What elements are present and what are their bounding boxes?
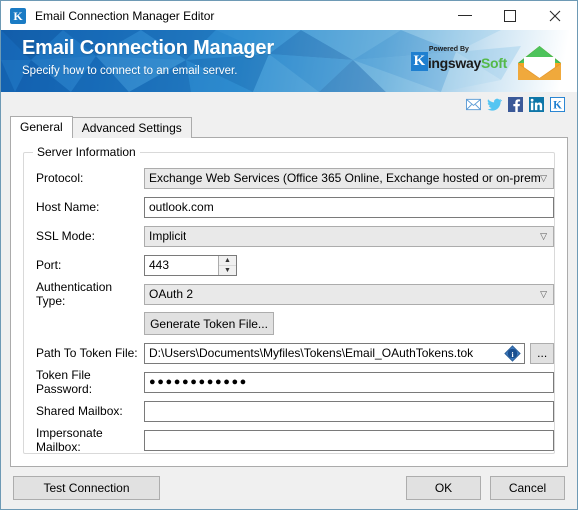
chevron-down-icon: ▽: [540, 230, 547, 241]
expression-icon[interactable]: i: [504, 344, 522, 362]
spin-down-icon[interactable]: ▼: [219, 266, 236, 275]
token-file-password-label: Token File Password:: [36, 368, 93, 396]
dialog-footer: Test Connection OK Cancel: [1, 467, 577, 509]
soft-text: Soft: [480, 55, 507, 71]
email-envelope-logo-icon: [518, 46, 561, 80]
kingswaysoft-k-icon: K: [10, 7, 26, 24]
generate-token-file-button[interactable]: Generate Token File...: [144, 312, 274, 335]
title-bar: K Email Connection Manager Editor: [1, 1, 577, 30]
ssl-mode-value: Implicit: [149, 229, 187, 243]
minimize-icon: [457, 15, 472, 16]
close-icon: [549, 10, 560, 21]
row-path-to-token-file: Path To Token File: D:\Users\Documents\M…: [24, 342, 554, 364]
window-controls: [442, 1, 577, 30]
dialog-window: K Email Connection Manager Editor Email …: [0, 0, 578, 510]
twitter-icon[interactable]: [487, 97, 502, 112]
authentication-type-label: Authentication Type:: [36, 280, 113, 308]
port-spin-buttons: ▲ ▼: [218, 255, 236, 275]
tab-strip: General Advanced Settings: [10, 116, 568, 138]
impersonate-mailbox-input[interactable]: [144, 429, 554, 451]
email-icon[interactable]: [466, 97, 481, 112]
token-file-password-input[interactable]: ●●●●●●●●●●●●: [144, 371, 554, 393]
spin-up-icon[interactable]: ▲: [219, 256, 236, 266]
tab-general[interactable]: General: [10, 116, 73, 138]
authentication-type-value: OAuth 2: [149, 287, 194, 301]
kingswaysoft-k-mark: K: [410, 52, 428, 71]
row-token-file-password: Token File Password: ●●●●●●●●●●●●: [24, 368, 554, 396]
minimize-button[interactable]: [442, 1, 487, 30]
path-to-token-file-value: D:\Users\Documents\Myfiles\Tokens\Email_…: [149, 346, 474, 360]
row-protocol: Protocol: Exchange Web Services (Office …: [24, 167, 554, 189]
port-stepper[interactable]: 443 ▲ ▼: [144, 254, 237, 276]
chevron-down-icon: ▽: [540, 288, 547, 299]
row-authentication-type: Authentication Type: OAuth 2 ▽: [24, 280, 554, 308]
footer-action-buttons: OK Cancel: [406, 476, 565, 500]
shared-mailbox-input[interactable]: [144, 400, 554, 422]
banner-title: Email Connection Manager: [22, 37, 274, 59]
port-label: Port:: [36, 258, 62, 272]
banner-subtitle: Specify how to connect to an email serve…: [22, 65, 238, 77]
maximize-button[interactable]: [487, 1, 532, 30]
svg-text:K: K: [553, 99, 562, 111]
ssl-mode-label: SSL Mode:: [36, 229, 95, 243]
kingswaysoft-wordmark: Powered By ingswaySoft: [427, 46, 507, 71]
header-banner: Email Connection Manager Specify how to …: [1, 30, 577, 92]
close-button[interactable]: [532, 1, 577, 30]
kingswaysoft-logo: K Powered By ingswaySoft: [410, 46, 507, 71]
host-name-label: Host Name:: [36, 200, 100, 214]
groupbox-legend: Server Information: [33, 145, 140, 159]
protocol-value: Exchange Web Services (Office 365 Online…: [149, 171, 541, 185]
kingsway-text: ingsway: [427, 55, 481, 71]
row-shared-mailbox: Shared Mailbox:: [24, 400, 554, 422]
path-to-token-file-input[interactable]: D:\Users\Documents\Myfiles\Tokens\Email_…: [144, 342, 526, 364]
social-links-bar: K: [1, 92, 577, 116]
path-to-token-file-label: Path To Token File:: [36, 346, 138, 360]
protocol-combobox[interactable]: Exchange Web Services (Office 365 Online…: [144, 167, 554, 189]
maximize-icon: [503, 9, 516, 22]
test-connection-button[interactable]: Test Connection: [13, 476, 160, 500]
browse-token-file-button[interactable]: ...: [530, 342, 554, 364]
shared-mailbox-label: Shared Mailbox:: [36, 404, 123, 418]
banner-text-block: Email Connection Manager Specify how to …: [22, 36, 274, 79]
row-host-name: Host Name: outlook.com: [24, 196, 554, 218]
tab-advanced-settings[interactable]: Advanced Settings: [71, 117, 192, 138]
kingswaysoft-icon[interactable]: K: [550, 96, 565, 112]
facebook-icon[interactable]: [508, 96, 523, 112]
protocol-label: Protocol:: [36, 171, 84, 185]
row-port: Port: 443 ▲ ▼: [24, 254, 554, 276]
window-title: Email Connection Manager Editor: [35, 8, 215, 23]
server-information-groupbox: Server Information Protocol: Exchange We…: [23, 145, 555, 454]
authentication-type-combobox[interactable]: OAuth 2 ▽: [144, 283, 554, 305]
chevron-down-icon: ▽: [540, 172, 547, 183]
token-file-password-value: ●●●●●●●●●●●●: [149, 376, 248, 388]
host-name-input[interactable]: outlook.com: [144, 196, 554, 218]
powered-by-label: Powered By: [428, 46, 469, 53]
host-name-value: outlook.com: [149, 200, 214, 214]
cancel-button[interactable]: Cancel: [490, 476, 565, 500]
port-value: 443: [149, 258, 170, 272]
impersonate-mailbox-label: Impersonate Mailbox:: [36, 426, 103, 454]
row-impersonate-mailbox: Impersonate Mailbox:: [24, 426, 554, 454]
linkedin-icon[interactable]: [529, 96, 544, 112]
server-information-form: Protocol: Exchange Web Services (Office …: [24, 167, 554, 458]
ok-button[interactable]: OK: [406, 476, 481, 500]
ssl-mode-combobox[interactable]: Implicit ▽: [144, 225, 554, 247]
svg-text:i: i: [512, 349, 514, 358]
tab-page-general: Server Information Protocol: Exchange We…: [10, 137, 568, 467]
row-ssl-mode: SSL Mode: Implicit ▽: [24, 225, 554, 247]
